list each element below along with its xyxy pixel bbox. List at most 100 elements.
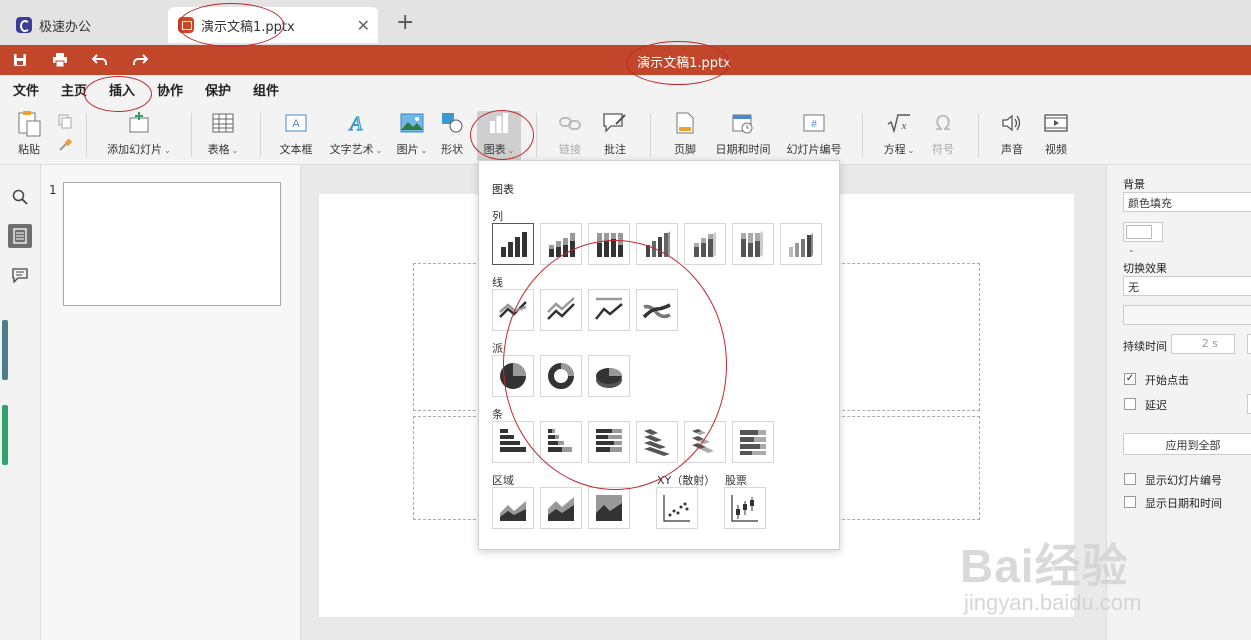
delay-input[interactable] bbox=[1247, 394, 1251, 414]
chevron-down-icon: ⌄ bbox=[420, 146, 428, 155]
start-on-click-checkbox[interactable]: ✓ bbox=[1124, 373, 1136, 385]
footer-label: 页脚 bbox=[674, 143, 696, 156]
chart-type-column-3d-stacked[interactable] bbox=[684, 223, 726, 265]
app-logo-icon bbox=[16, 17, 32, 33]
menu-plugins[interactable]: 组件 bbox=[253, 80, 279, 99]
slide-number-button[interactable]: # 幻灯片编号 bbox=[784, 111, 844, 161]
transition-select[interactable]: 无 bbox=[1123, 276, 1251, 296]
chart-type-column-3d-clustered[interactable] bbox=[636, 223, 678, 265]
wordart-icon: A bbox=[343, 111, 369, 135]
chart-type-column-stacked[interactable] bbox=[540, 223, 582, 265]
new-tab-button[interactable]: + bbox=[396, 12, 414, 34]
color-picker[interactable]: ⌄ bbox=[1123, 222, 1163, 254]
chart-type-bar-stacked[interactable] bbox=[540, 421, 582, 463]
chart-type-doughnut[interactable] bbox=[540, 355, 582, 397]
textbox-button[interactable]: A 文本框 bbox=[277, 111, 315, 161]
pie-section-label: 派 bbox=[492, 342, 503, 355]
chevron-down-icon: ⌄ bbox=[1128, 245, 1135, 254]
show-slide-number-checkbox[interactable] bbox=[1124, 473, 1136, 485]
svg-text:x: x bbox=[901, 120, 907, 132]
chart-type-area-100[interactable] bbox=[588, 487, 630, 529]
separator bbox=[86, 113, 87, 157]
comments-panel-icon[interactable] bbox=[8, 263, 32, 287]
add-slide-button[interactable]: 添加幻灯片 ⌄ bbox=[104, 111, 174, 161]
separator bbox=[978, 113, 979, 157]
apply-to-all-button[interactable]: 应用到全部 bbox=[1123, 433, 1251, 455]
chart-type-bar-3d-100[interactable] bbox=[732, 421, 774, 463]
datetime-label: 日期和时间 bbox=[715, 143, 771, 156]
chart-type-bar-100[interactable] bbox=[588, 421, 630, 463]
chevron-down-icon: ⌄ bbox=[375, 146, 383, 155]
chart-type-pie[interactable] bbox=[492, 355, 534, 397]
chart-type-line[interactable] bbox=[492, 289, 534, 331]
svg-text:#: # bbox=[811, 119, 817, 130]
menu-protect[interactable]: 保护 bbox=[205, 80, 231, 99]
chart-type-line-stacked[interactable] bbox=[540, 289, 582, 331]
start-on-click-label: 开始点击 bbox=[1145, 374, 1189, 387]
slide-thumbnail[interactable] bbox=[63, 182, 281, 306]
scroll-indicator bbox=[2, 405, 8, 465]
scatter-section-label: XY（散射） bbox=[657, 474, 716, 487]
chart-icon bbox=[486, 111, 512, 135]
search-icon[interactable] bbox=[8, 185, 32, 209]
chart-type-column-clustered[interactable] bbox=[492, 223, 534, 265]
area-section-label: 区域 bbox=[492, 474, 514, 487]
paste-button[interactable]: 粘贴 bbox=[12, 111, 46, 161]
tab-home[interactable]: 极速办公 bbox=[6, 7, 161, 43]
chart-type-stock[interactable] bbox=[724, 487, 766, 529]
close-tab-icon[interactable]: ✕ bbox=[357, 16, 370, 35]
video-button[interactable]: 视频 bbox=[1040, 111, 1072, 161]
equation-button[interactable]: x 方程 ⌄ bbox=[879, 111, 919, 161]
footer-button[interactable]: 页脚 bbox=[667, 111, 703, 161]
comment-button[interactable]: 批注 bbox=[598, 111, 632, 161]
chart-type-line-3d[interactable] bbox=[636, 289, 678, 331]
datetime-button[interactable]: 日期和时间 bbox=[712, 111, 774, 161]
separator bbox=[191, 113, 192, 157]
chart-type-bar-3d-stacked[interactable] bbox=[684, 421, 726, 463]
chart-type-line-100[interactable] bbox=[588, 289, 630, 331]
transition-option-select[interactable] bbox=[1123, 305, 1251, 325]
show-datetime-label: 显示日期和时间 bbox=[1145, 497, 1222, 510]
chart-type-pie-3d[interactable] bbox=[588, 355, 630, 397]
title-bar: 演示文稿1.pptx bbox=[0, 45, 1251, 75]
textbox-icon: A bbox=[283, 111, 309, 135]
tab-strip: 极速办公 演示文稿1.pptx ✕ + bbox=[0, 0, 1251, 45]
chart-type-dropdown: 图表 列 线 派 条 区域 XY（散射） 股票 bbox=[478, 160, 840, 550]
audio-button[interactable]: 声音 bbox=[996, 111, 1028, 161]
equation-label: 方程 bbox=[883, 143, 906, 156]
wordart-button[interactable]: A 文字艺术 ⌄ bbox=[327, 111, 385, 161]
chart-type-bar-3d-clustered[interactable] bbox=[636, 421, 678, 463]
chart-type-area[interactable] bbox=[492, 487, 534, 529]
separator bbox=[536, 113, 537, 157]
chart-button[interactable]: 图表 ⌄ bbox=[477, 111, 521, 161]
show-datetime-checkbox[interactable] bbox=[1124, 496, 1136, 508]
menu-file[interactable]: 文件 bbox=[13, 80, 39, 99]
chart-type-scatter[interactable] bbox=[656, 487, 698, 529]
image-button[interactable]: 图片 ⌄ bbox=[393, 111, 431, 161]
tab-document[interactable]: 演示文稿1.pptx ✕ bbox=[168, 7, 378, 43]
chart-type-bar-clustered[interactable] bbox=[492, 421, 534, 463]
shape-button[interactable]: 形状 bbox=[437, 111, 467, 161]
document-title: 演示文稿1.pptx bbox=[637, 56, 731, 71]
chart-type-column-3d-100[interactable] bbox=[732, 223, 774, 265]
audio-label: 声音 bbox=[1001, 143, 1023, 156]
chart-type-column-3d[interactable] bbox=[780, 223, 822, 265]
chevron-down-icon: ⌄ bbox=[907, 146, 915, 155]
duration-unit-select[interactable] bbox=[1247, 334, 1251, 354]
tab-document-label: 演示文稿1.pptx bbox=[201, 19, 295, 35]
background-select[interactable]: 颜色填充 bbox=[1123, 192, 1251, 212]
link-button[interactable]: 链接 bbox=[553, 111, 587, 161]
chart-type-column-100[interactable] bbox=[588, 223, 630, 265]
separator bbox=[862, 113, 863, 157]
chart-type-area-stacked[interactable] bbox=[540, 487, 582, 529]
menu-collaborate[interactable]: 协作 bbox=[157, 80, 183, 99]
menu-insert[interactable]: 插入 bbox=[109, 80, 136, 105]
slides-panel-icon[interactable] bbox=[8, 224, 32, 248]
menu-home[interactable]: 主页 bbox=[61, 80, 87, 99]
duration-input[interactable]: 2 s bbox=[1171, 334, 1235, 354]
table-button[interactable]: 表格 ⌄ bbox=[205, 111, 241, 161]
comment-icon bbox=[602, 111, 628, 135]
delay-checkbox[interactable] bbox=[1124, 398, 1136, 410]
video-icon bbox=[1043, 111, 1069, 135]
symbol-button[interactable]: Ω 符号 bbox=[926, 111, 960, 161]
